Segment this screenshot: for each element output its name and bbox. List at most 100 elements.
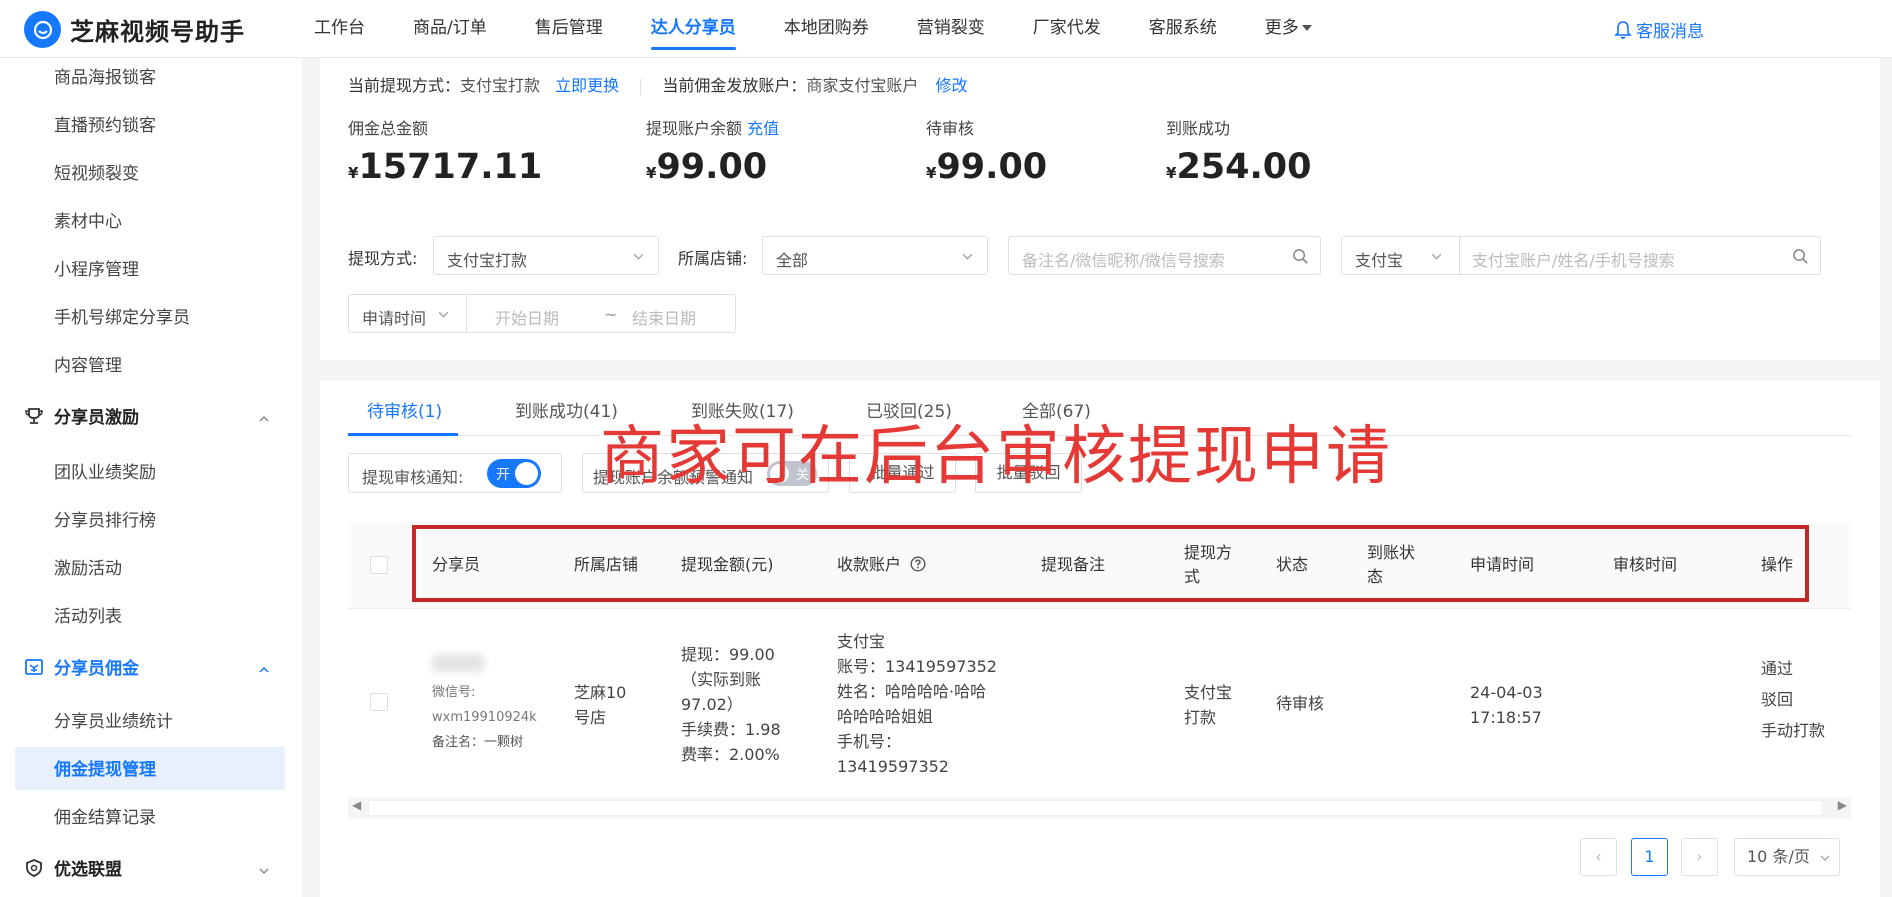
scrollbar-thumb[interactable] bbox=[368, 800, 1823, 816]
sidebar-item-materials[interactable]: 素材中心 bbox=[54, 207, 122, 232]
wechat-id: wxm19910924k bbox=[432, 710, 537, 725]
sidebar-item-content[interactable]: 内容管理 bbox=[54, 351, 122, 376]
chevron-down-icon[interactable] bbox=[1430, 250, 1443, 263]
store-select[interactable]: 全部 bbox=[762, 236, 988, 275]
annotation-text: 商家可在后台审核提现申请 bbox=[600, 420, 1392, 494]
chevron-down-icon bbox=[962, 253, 973, 260]
sidebar-group-incentive[interactable]: 分享员激励 bbox=[24, 403, 139, 428]
service-messages-label: 客服消息 bbox=[1636, 22, 1704, 42]
chevron-down-icon[interactable] bbox=[258, 865, 270, 877]
sharer-search-placeholder: 备注名/微信昵称/微信号搜索 bbox=[1022, 251, 1225, 270]
row-divider bbox=[348, 608, 1851, 609]
recharge-link[interactable]: 充值 bbox=[747, 119, 779, 138]
tab-pending[interactable]: 待审核(1) bbox=[367, 397, 442, 422]
search-icon[interactable] bbox=[1292, 248, 1309, 265]
row-account: 支付宝 账号：13419597352 姓名：哈哈哈哈·哈哈 哈哈哈哈姐姐 手机号… bbox=[837, 629, 997, 779]
sidebar-item-activity-list[interactable]: 活动列表 bbox=[54, 602, 122, 627]
sidebar-item-miniapp[interactable]: 小程序管理 bbox=[54, 255, 139, 280]
sidebar-item-team-reward[interactable]: 团队业绩奖励 bbox=[54, 458, 156, 483]
tab-active-indicator bbox=[348, 433, 458, 436]
sidebar-item-incentive-activity[interactable]: 激励活动 bbox=[54, 554, 122, 579]
sidebar-group-commission-label: 分享员佣金 bbox=[54, 659, 139, 679]
apply-date: 24-04-03 bbox=[1470, 683, 1543, 702]
next-page-button[interactable]: › bbox=[1681, 838, 1718, 876]
total-commission-number: 15717.11 bbox=[358, 147, 543, 187]
chevron-down-icon bbox=[633, 253, 644, 260]
top-navigation-bar: 芝麻视频号助手 工作台 商品/订单 售后管理 达人分享员 本地团购券 营销裂变 … bbox=[0, 0, 1892, 58]
nav-customer-service[interactable]: 客服系统 bbox=[1149, 0, 1217, 58]
currency-symbol: ¥ bbox=[348, 164, 359, 182]
divider bbox=[1459, 237, 1460, 274]
modify-account-link[interactable]: 修改 bbox=[935, 76, 967, 95]
pass-button[interactable]: 通过 bbox=[1761, 656, 1793, 681]
sharer-search-input[interactable]: 备注名/微信昵称/微信号搜索 bbox=[1008, 236, 1321, 275]
row-store: 芝麻10 号店 bbox=[574, 680, 626, 730]
date-type-value[interactable]: 申请时间 bbox=[362, 305, 426, 329]
prev-page-button[interactable]: ‹ bbox=[1580, 838, 1617, 876]
switch-on-text: 开 bbox=[496, 467, 510, 483]
page-1-button[interactable]: 1 bbox=[1631, 838, 1668, 876]
scroll-left-icon[interactable]: ◀ bbox=[352, 798, 361, 812]
success-number: 254.00 bbox=[1176, 147, 1312, 187]
sidebar-group-alliance-label: 优选联盟 bbox=[54, 860, 122, 880]
sidebar-item-performance[interactable]: 分享员业绩统计 bbox=[54, 707, 173, 732]
pending-label: 待审核 bbox=[926, 119, 975, 138]
table-horizontal-scrollbar[interactable]: ◀ ▶ bbox=[348, 797, 1851, 819]
sidebar-group-alliance[interactable]: 优选联盟 bbox=[24, 855, 122, 880]
review-notify-switch[interactable]: 开 bbox=[487, 459, 541, 488]
nav-more[interactable]: 更多 bbox=[1265, 0, 1312, 58]
sidebar-item-phone-bind[interactable]: 手机号绑定分享员 bbox=[54, 303, 190, 328]
page-size-select[interactable]: 10 条/页 bbox=[1734, 838, 1840, 876]
chevron-up-icon[interactable] bbox=[258, 664, 270, 676]
nav-local-coupons[interactable]: 本地团购券 bbox=[784, 0, 869, 58]
end-date-input[interactable]: 结束日期 bbox=[632, 305, 696, 329]
service-messages[interactable]: 客服消息 bbox=[1614, 17, 1704, 42]
search-icon[interactable] bbox=[1792, 248, 1809, 265]
sidebar-item-short-video[interactable]: 短视频裂变 bbox=[54, 159, 139, 184]
nav-dropship[interactable]: 厂家代发 bbox=[1033, 0, 1101, 58]
pending-number: 99.00 bbox=[936, 147, 1048, 187]
scroll-right-icon[interactable]: ▶ bbox=[1838, 798, 1847, 812]
sidebar-item-poster[interactable]: 商品海报锁客 bbox=[54, 63, 156, 88]
app-name: 芝麻视频号助手 bbox=[70, 18, 245, 46]
sidebar-item-live-booking[interactable]: 直播预约锁客 bbox=[54, 111, 156, 136]
amount-line3: 97.02） bbox=[681, 695, 743, 714]
row-method-line2: 打款 bbox=[1184, 708, 1217, 727]
nav-more-label: 更多 bbox=[1264, 18, 1299, 38]
account-value: 商家支付宝账户 bbox=[806, 76, 919, 95]
select-all-checkbox[interactable] bbox=[370, 556, 388, 574]
change-method-link[interactable]: 立即更换 bbox=[555, 76, 619, 95]
sidebar-group-incentive-label: 分享员激励 bbox=[54, 408, 139, 428]
reject-button[interactable]: 驳回 bbox=[1761, 687, 1793, 712]
balance-label: 提现账户余额 bbox=[646, 119, 743, 138]
account-line1: 支付宝 bbox=[837, 632, 886, 651]
account-line5: 手机号： bbox=[837, 732, 902, 751]
store-filter-label: 所属店铺: bbox=[678, 249, 748, 268]
nav-marketing[interactable]: 营销裂变 bbox=[917, 0, 985, 58]
nav-after-sales[interactable]: 售后管理 bbox=[535, 0, 603, 58]
nav-workbench[interactable]: 工作台 bbox=[314, 0, 365, 58]
sidebar-item-ranking[interactable]: 分享员排行榜 bbox=[54, 506, 156, 531]
total-commission-label: 佣金总金额 bbox=[348, 119, 429, 138]
sidebar-item-withdraw-management[interactable]: 佣金提现管理 bbox=[54, 755, 156, 780]
account-line4: 哈哈哈哈姐姐 bbox=[837, 707, 934, 726]
row-amount: 提现：99.00 （实际到账 97.02） 手续费：1.98 费率：2.00% bbox=[681, 642, 781, 767]
sidebar-group-commission[interactable]: 分享员佣金 bbox=[24, 654, 139, 679]
nav-sharers[interactable]: 达人分享员 bbox=[650, 0, 736, 58]
payment-search-placeholder[interactable]: 支付宝账户/姓名/手机号搜索 bbox=[1472, 247, 1675, 271]
chevron-up-icon[interactable] bbox=[258, 413, 270, 425]
apply-time: 17:18:57 bbox=[1470, 708, 1542, 727]
withdraw-method-value: 支付宝打款 bbox=[460, 76, 541, 95]
manual-pay-button[interactable]: 手动打款 bbox=[1761, 718, 1825, 743]
bell-icon bbox=[1614, 20, 1632, 39]
sidebar-item-settlement[interactable]: 佣金结算记录 bbox=[54, 803, 156, 828]
method-select[interactable]: 支付宝打款 bbox=[433, 236, 659, 275]
app-logo[interactable]: 芝麻视频号助手 bbox=[24, 11, 245, 48]
row-checkbox[interactable] bbox=[370, 693, 388, 711]
main-nav: 工作台 商品/订单 售后管理 达人分享员 本地团购券 营销裂变 厂家代发 客服系… bbox=[314, 0, 1360, 58]
chevron-down-icon[interactable] bbox=[437, 308, 450, 321]
nav-goods-orders[interactable]: 商品/订单 bbox=[413, 0, 487, 58]
summary-panel: 当前提现方式：支付宝打款 立即更换 当前佣金发放账户：商家支付宝账户 修改 佣金… bbox=[320, 58, 1880, 360]
pay-type-value[interactable]: 支付宝 bbox=[1355, 247, 1403, 271]
start-date-input[interactable]: 开始日期 bbox=[495, 305, 559, 329]
